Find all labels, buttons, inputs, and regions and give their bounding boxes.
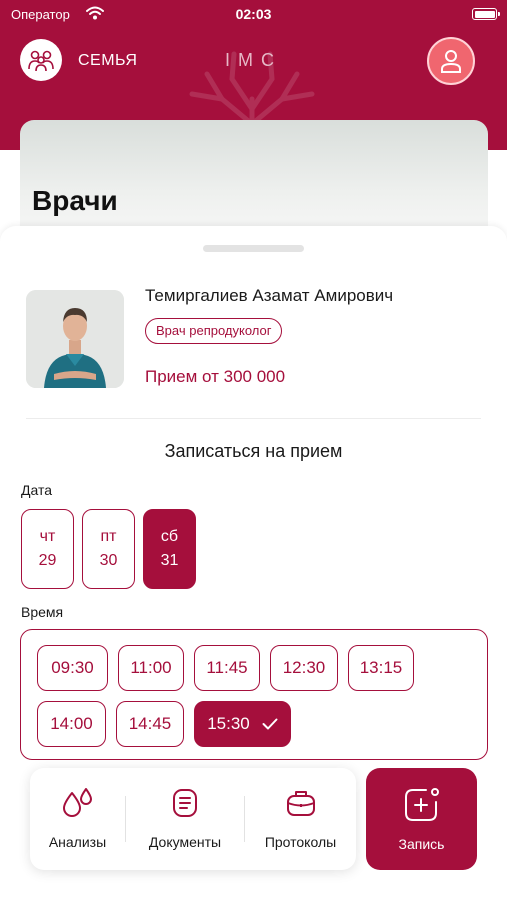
tab-label: Протоколы — [264, 834, 337, 850]
time-slot-label: 15:30 — [207, 714, 250, 733]
time-slot-label: 11:00 — [130, 658, 172, 677]
date-option[interactable]: пт 30 — [82, 509, 135, 589]
time-slot[interactable]: 14:00 — [37, 701, 106, 747]
doctor-price: Прием от 300 000 — [145, 367, 286, 386]
time-slot-label: 14:00 — [50, 714, 93, 733]
sheet-grabber[interactable] — [203, 245, 304, 252]
page-title: Врачи — [32, 185, 118, 216]
time-slot[interactable]: 11:00 — [118, 645, 184, 691]
tab-documents[interactable]: Документы — [126, 768, 244, 870]
date-label: Дата — [21, 482, 53, 498]
booking-title: Записаться на прием — [164, 441, 343, 461]
time-slot[interactable]: 12:30 — [270, 645, 338, 691]
time-slot-label: 13:15 — [359, 658, 403, 677]
battery-icon — [472, 8, 500, 20]
time-slot[interactable]: 11:45 — [194, 645, 260, 691]
tab-label: Документы — [148, 834, 222, 850]
date-day: 30 — [99, 552, 118, 569]
specialty-badge: Врач репродуколог — [145, 318, 283, 344]
time-slot-selected[interactable]: 15:30 — [194, 701, 291, 747]
date-weekday: сб — [160, 528, 179, 545]
profile-button[interactable] — [427, 37, 475, 85]
tab-protocols[interactable]: Протоколы — [245, 768, 356, 870]
divider — [26, 418, 481, 419]
date-weekday: пт — [100, 528, 117, 545]
time-slot-label: 11:45 — [206, 658, 248, 677]
date-option-selected[interactable]: сб 31 — [143, 509, 196, 589]
briefcase-icon — [285, 786, 317, 820]
time-slot[interactable]: 14:45 — [116, 701, 184, 747]
record-button[interactable]: Запись — [366, 768, 477, 870]
drops-icon — [60, 786, 96, 820]
bottom-tab-bar: Анализы Документы Протоколы — [30, 768, 356, 870]
doctor-photo — [26, 290, 124, 388]
date-day: 31 — [160, 552, 179, 569]
time-slot[interactable]: 09:30 — [37, 645, 108, 691]
time-slot-label: 09:30 — [51, 658, 94, 677]
clock: 02:03 — [235, 6, 272, 22]
date-option[interactable]: чт 29 — [21, 509, 74, 589]
add-record-icon — [402, 786, 442, 824]
hero-card — [20, 120, 488, 240]
doctor-portrait-image — [26, 290, 124, 388]
tab-label: Анализы — [48, 834, 107, 850]
tab-analyses[interactable]: Анализы — [30, 768, 125, 870]
user-icon — [441, 50, 461, 73]
doctor-name: Темиргалиев Азамат Амирович — [145, 286, 394, 305]
date-weekday: чт — [39, 528, 56, 545]
time-slot[interactable]: 13:15 — [348, 645, 414, 691]
date-day: 29 — [38, 552, 57, 569]
time-slot-label: 14:45 — [128, 714, 172, 733]
check-icon — [262, 718, 278, 730]
document-icon — [171, 786, 199, 820]
time-label: Время — [21, 604, 64, 620]
record-label: Запись — [398, 836, 445, 852]
time-slot-label: 12:30 — [282, 658, 326, 677]
status-bar: Оператор 02:03 — [0, 0, 507, 30]
